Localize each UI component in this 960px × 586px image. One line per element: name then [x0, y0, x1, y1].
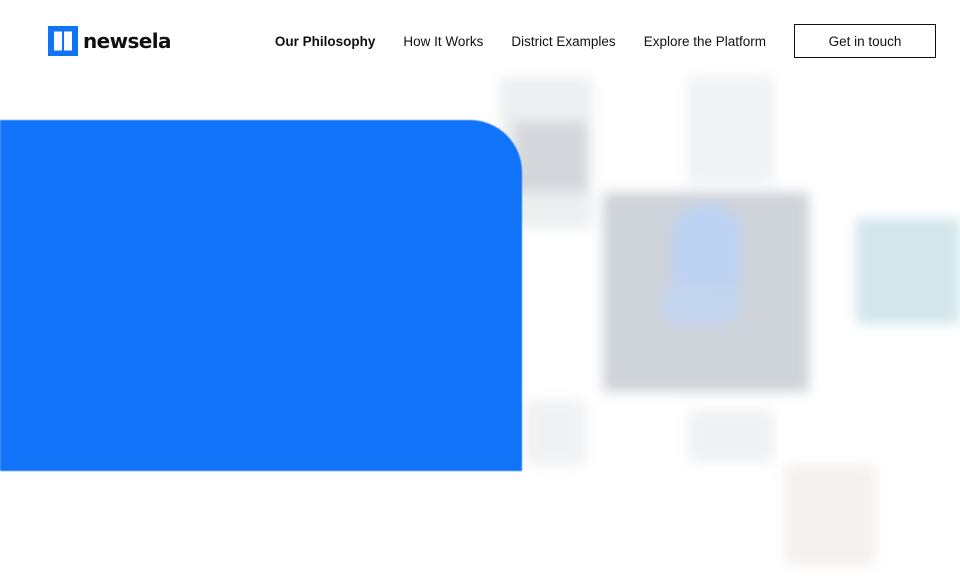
- blurred-card-lower-left: [525, 400, 585, 465]
- blurred-card-lower-middle: [688, 410, 774, 462]
- page: newsela Our Philosophy How It Works Dist…: [0, 0, 960, 586]
- blurred-card-bottom-right: [785, 465, 875, 565]
- hero-section: [0, 0, 960, 586]
- nav-district-examples[interactable]: District Examples: [511, 34, 615, 49]
- main-nav: Our Philosophy How It Works District Exa…: [275, 24, 936, 58]
- site-header: newsela Our Philosophy How It Works Dist…: [0, 0, 960, 82]
- blurred-card-right: [856, 218, 960, 324]
- brand-name: newsela: [83, 29, 172, 53]
- nav-how-it-works[interactable]: How It Works: [403, 34, 483, 49]
- get-in-touch-button[interactable]: Get in touch: [794, 24, 936, 58]
- blurred-card-center-highlight-lower: [660, 285, 742, 325]
- nav-our-philosophy[interactable]: Our Philosophy: [275, 34, 376, 49]
- blurred-card-top-middle: [688, 76, 774, 184]
- nav-explore-the-platform[interactable]: Explore the Platform: [644, 34, 766, 49]
- hero-blue-panel: [0, 120, 522, 471]
- newsela-book-icon: [48, 26, 78, 56]
- blurred-card-top-left-inner: [515, 122, 587, 192]
- newsela-logo[interactable]: newsela: [48, 26, 172, 56]
